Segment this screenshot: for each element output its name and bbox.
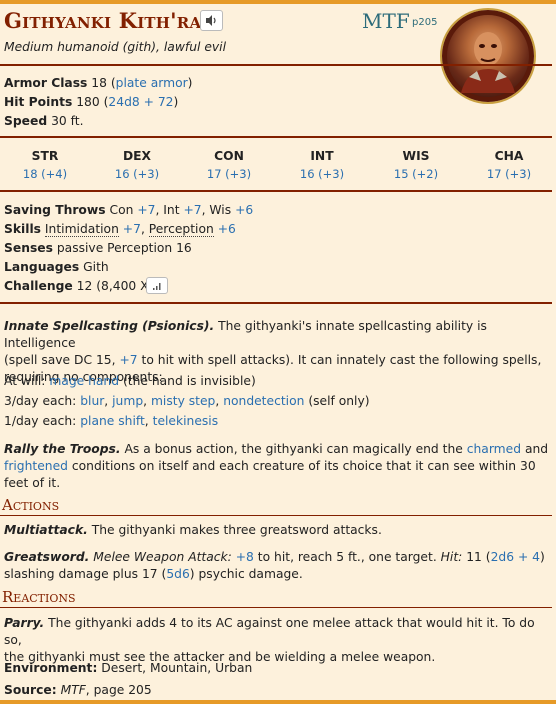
- skills-row: Skills Intimidation +7, Perception +6: [4, 222, 236, 237]
- condition-charmed[interactable]: charmed: [467, 442, 521, 456]
- monster-name: Githyanki Kith'rak: [4, 8, 215, 33]
- spells-1-day: 1/day each: plane shift, telekinesis: [4, 414, 219, 428]
- skill-roll[interactable]: +6: [218, 222, 236, 236]
- ability-roll[interactable]: 16 (+3): [287, 167, 357, 181]
- speaker-icon: [206, 15, 216, 26]
- plate-armor-link[interactable]: plate armor: [116, 76, 188, 90]
- reactions-header: Reactions: [2, 588, 76, 606]
- saving-throws-row: Saving Throws Con +7, Int +7, Wis +6: [4, 203, 254, 217]
- ability-int: INT 16 (+3): [287, 149, 357, 181]
- save-roll[interactable]: +7: [183, 203, 201, 217]
- spell-blur[interactable]: blur: [80, 394, 104, 408]
- armor-class-row: Armor Class 18 (plate armor): [4, 76, 193, 90]
- signal-bars-icon: [153, 283, 161, 290]
- hit-dice-roll[interactable]: 24d8 + 72: [108, 95, 173, 109]
- divider-header: [0, 64, 552, 66]
- spell-jump[interactable]: jump: [112, 394, 143, 408]
- spell-misty-step[interactable]: misty step: [151, 394, 215, 408]
- source-row: Source: MTF, page 205: [4, 683, 152, 697]
- languages-row: Languages Gith: [4, 260, 109, 274]
- ability-str: STR 18 (+4): [10, 149, 80, 181]
- spell-mage-hand[interactable]: mage hand: [49, 374, 119, 388]
- hit-points-row: Hit Points 180 (24d8 + 72): [4, 95, 179, 109]
- ability-roll[interactable]: 18 (+4): [10, 167, 80, 181]
- damage-roll[interactable]: 2d6 + 4: [491, 550, 540, 564]
- spell-telekinesis[interactable]: telekinesis: [153, 414, 219, 428]
- top-accent-bar: [0, 0, 556, 4]
- spell-attack-roll[interactable]: +7: [119, 353, 137, 367]
- senses-row: Senses passive Perception 16: [4, 241, 192, 255]
- rally-the-troops: Rally the Troops. As a bonus action, the…: [4, 442, 549, 490]
- ability-cha: CHA 17 (+3): [474, 149, 544, 181]
- source-book[interactable]: MTF: [61, 683, 86, 697]
- multiattack: Multiattack. The githyanki makes three g…: [4, 523, 382, 537]
- bottom-accent-bar: [0, 700, 556, 704]
- spells-at-will: At will: mage hand (the hand is invisibl…: [4, 374, 256, 388]
- portrait-face: [461, 32, 515, 93]
- save-roll[interactable]: +7: [137, 203, 155, 217]
- ability-dex: DEX 16 (+3): [102, 149, 172, 181]
- audio-button[interactable]: [200, 10, 223, 31]
- skill-perception[interactable]: Perception: [148, 222, 214, 237]
- ability-con: CON 17 (+3): [194, 149, 264, 181]
- ability-roll[interactable]: 15 (+2): [381, 167, 451, 181]
- actions-header: Actions: [2, 496, 60, 514]
- skill-intimidation[interactable]: Intimidation: [44, 222, 119, 237]
- spell-nondetection[interactable]: nondetection: [223, 394, 304, 408]
- source-page: p205: [412, 17, 438, 28]
- attack-roll[interactable]: +8: [236, 550, 254, 564]
- environment-row: Environment: Desert, Mountain, Urban: [4, 661, 253, 675]
- ability-roll[interactable]: 17 (+3): [194, 167, 264, 181]
- divider-abilities-top: [0, 136, 552, 138]
- skill-roll[interactable]: +7: [123, 222, 141, 236]
- monster-type-line: Medium humanoid (gith), lawful evil: [4, 40, 227, 54]
- save-roll[interactable]: +6: [235, 203, 253, 217]
- divider-traits: [0, 302, 552, 304]
- ability-roll[interactable]: 16 (+3): [102, 167, 172, 181]
- source-abbr[interactable]: MTF: [362, 9, 410, 33]
- spells-3-day: 3/day each: blur, jump, misty step, nond…: [4, 394, 370, 408]
- psychic-damage-roll[interactable]: 5d6: [166, 567, 189, 581]
- speed-row: Speed 30 ft.: [4, 114, 84, 128]
- challenge-row: Challenge 12 (8,400 XP): [4, 279, 161, 293]
- parry: Parry. The githyanki adds 4 to its AC ag…: [4, 616, 535, 664]
- ability-wis: WIS 15 (+2): [381, 149, 451, 181]
- divider-abilities-bottom: [0, 190, 552, 192]
- divider-reactions: [0, 607, 552, 608]
- ability-roll[interactable]: 17 (+3): [474, 167, 544, 181]
- divider-actions: [0, 515, 552, 516]
- challenge-scale-button[interactable]: [146, 277, 168, 294]
- githyanki-portrait[interactable]: [442, 10, 534, 102]
- greatsword-attack: Greatsword. Melee Weapon Attack: +8 to h…: [4, 550, 545, 581]
- condition-frightened[interactable]: frightened: [4, 459, 68, 473]
- spell-plane-shift[interactable]: plane shift: [80, 414, 145, 428]
